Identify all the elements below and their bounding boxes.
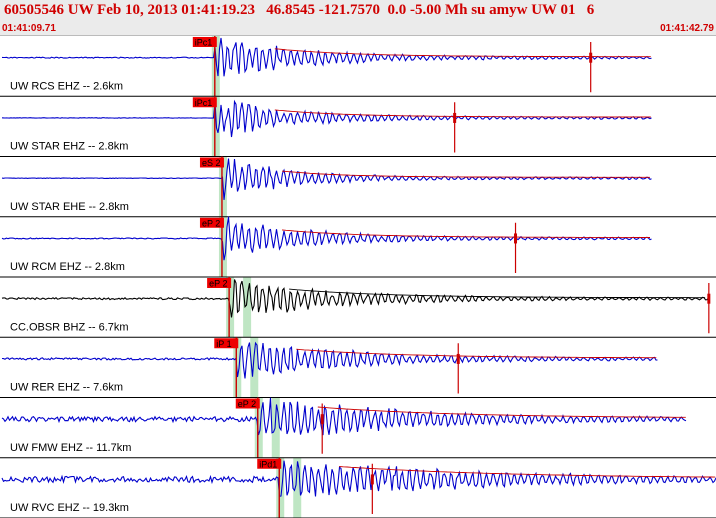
event-title: 60505546 UW Feb 10, 2013 01:41:19.23 46.… bbox=[4, 2, 595, 18]
trace-row: eS 2 UW STAR EHE -- 2.8km bbox=[0, 156, 716, 218]
coda-marker-tick bbox=[453, 112, 457, 123]
coda-marker-tick bbox=[707, 293, 711, 304]
waveform bbox=[1, 99, 652, 138]
event-header: 60505546 UW Feb 10, 2013 01:41:19.23 46.… bbox=[0, 0, 716, 36]
coda-envelope bbox=[296, 348, 657, 359]
coda-envelope bbox=[289, 288, 706, 299]
pick-label: eP 2 bbox=[209, 279, 227, 289]
station-label: UW STAR EHZ -- 2.8km bbox=[10, 141, 128, 153]
station-label: UW RCM EHZ -- 2.8km bbox=[10, 261, 125, 273]
coda-marker-tick bbox=[456, 353, 460, 364]
trace-row: iP 1 UW RER EHZ -- 7.6km bbox=[0, 337, 716, 398]
coda-marker-tick bbox=[589, 52, 593, 63]
coda-envelope bbox=[281, 170, 650, 178]
station-label: UW FMW EHZ -- 11.7km bbox=[10, 442, 131, 454]
secondary-window bbox=[271, 397, 280, 458]
end-time-label: 01:41:42.79 bbox=[660, 23, 714, 34]
pick-label: iPc1 bbox=[195, 38, 213, 48]
pick-label: eP 2 bbox=[202, 218, 220, 228]
trace-row: eP 2 UW FMW EHZ -- 11.7km bbox=[0, 397, 716, 459]
waveform bbox=[1, 158, 652, 200]
trace-row: iPd1 UW RVC EHZ -- 19.3km bbox=[0, 457, 716, 518]
pick-label: iP 1 bbox=[216, 339, 231, 349]
station-label: UW RCS EHZ -- 2.6km bbox=[10, 80, 123, 92]
station-label: UW RER EHZ -- 7.6km bbox=[10, 382, 123, 394]
pick-label: iPd1 bbox=[259, 459, 277, 469]
station-label: CC.OBSR BHZ -- 6.7km bbox=[10, 321, 129, 333]
pick-label: eS 2 bbox=[202, 158, 221, 168]
coda-envelope bbox=[317, 406, 686, 418]
start-time-label: 01:41:09.71 bbox=[2, 23, 56, 34]
seismogram-viewer: 60505546 UW Feb 10, 2013 01:41:19.23 46.… bbox=[0, 0, 716, 518]
coda-marker-tick bbox=[320, 414, 324, 425]
pick-label: eP 2 bbox=[238, 399, 256, 409]
trace-row: eP 2 UW RCM EHZ -- 2.8km bbox=[0, 216, 716, 278]
coda-envelope bbox=[281, 229, 650, 238]
station-label: UW RVC EHZ -- 19.3km bbox=[10, 502, 129, 514]
trace-row: iPc1 UW STAR EHZ -- 2.8km bbox=[0, 96, 716, 157]
station-label: UW STAR EHE -- 2.8km bbox=[10, 201, 129, 213]
waveform bbox=[1, 460, 716, 497]
trace-row: eP 2 CC.OBSR BHZ -- 6.7km bbox=[0, 277, 716, 338]
coda-marker-tick bbox=[514, 233, 518, 244]
waveform bbox=[1, 216, 652, 261]
trace-panel[interactable]: iPc1 UW RCS EHZ -- 2.6km iPc1 UW STAR EHZ -… bbox=[0, 36, 716, 518]
pick-label: iPc1 bbox=[195, 98, 213, 108]
waveform bbox=[1, 279, 709, 318]
trace-row: iPc1 UW RCS EHZ -- 2.6km bbox=[0, 36, 716, 97]
waveform bbox=[1, 37, 652, 77]
coda-marker-tick bbox=[370, 474, 374, 485]
waveform bbox=[1, 341, 658, 379]
